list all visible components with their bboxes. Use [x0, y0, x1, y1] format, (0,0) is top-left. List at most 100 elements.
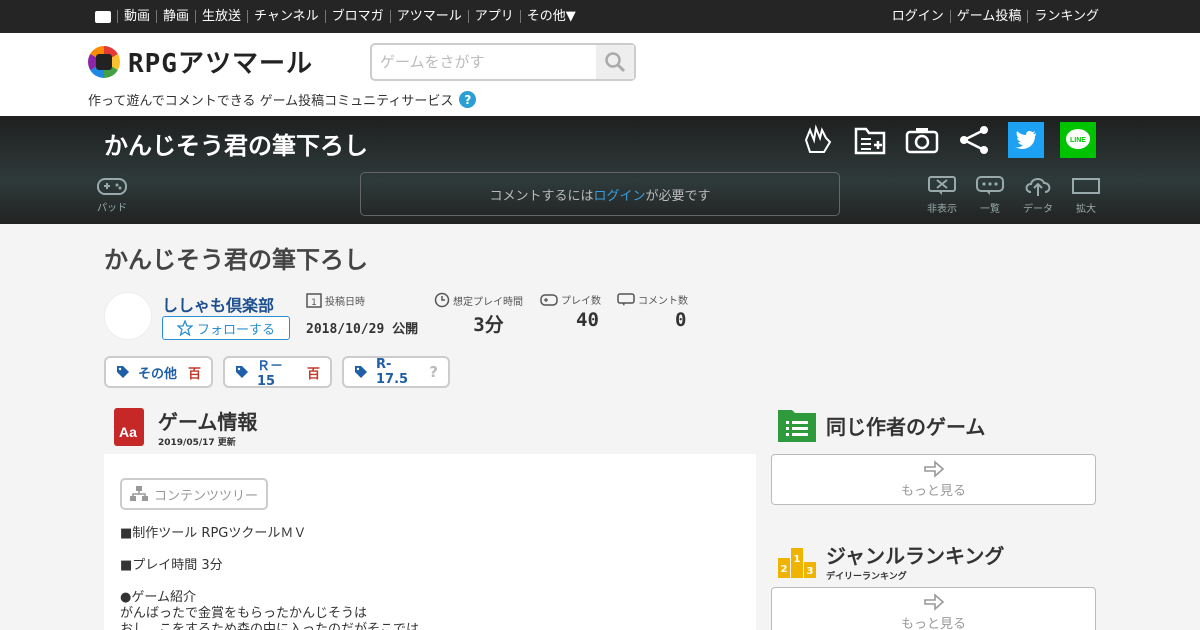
- follow-button[interactable]: フォローする: [162, 316, 290, 340]
- line-share-icon[interactable]: LINE: [1060, 122, 1096, 158]
- clock-icon: [434, 292, 450, 308]
- tag-icon: [236, 366, 248, 378]
- posted-label: 投稿日時: [325, 296, 365, 308]
- game-info-title: ゲーム情報: [158, 410, 258, 434]
- tag-icon: [117, 366, 129, 378]
- book-icon-label: Aa: [119, 424, 137, 440]
- plays-value: 40: [576, 309, 599, 331]
- tag-list: その他百 Ｒ－15 百 R-17.5?: [104, 356, 450, 389]
- nav-app[interactable]: アプリ: [467, 10, 520, 23]
- nav-atsumaru[interactable]: アツマール: [389, 10, 468, 23]
- help-icon[interactable]: ?: [459, 91, 477, 108]
- author-avatar[interactable]: [104, 292, 152, 340]
- comments-value: 0: [675, 309, 687, 331]
- game-info-updated: 2019/05/17 更新: [158, 438, 236, 448]
- list-label: 一覧: [980, 204, 1000, 215]
- game-description: ■制作ツール RPGツクールＭＶ ■プレイ時間 3分 ●ゲーム紹介 がんばったで…: [120, 526, 420, 630]
- arrow-right-icon: [923, 593, 944, 611]
- stat-plays: プレイ数 40: [540, 292, 601, 331]
- tree-label: コンテンツツリー: [153, 488, 258, 504]
- genre-ranking-heading: 213 ジャンルランキング デイリーランキング: [778, 540, 1004, 582]
- game-title: かんじそう君の筆下ろし: [104, 246, 368, 274]
- more-label: もっと見る: [900, 617, 966, 630]
- podium-icon: 213: [778, 548, 816, 578]
- account-nav: ログイン ゲーム投稿 ランキング: [886, 0, 1105, 33]
- svg-text:1: 1: [311, 298, 317, 308]
- stat-playtime: 想定プレイ時間 3分: [434, 292, 523, 337]
- add-playlist-icon[interactable]: [852, 122, 888, 158]
- game-player-bar: かんじそう君の筆下ろし LINE パッド コメントするには ログイン が必要です 非…: [0, 116, 1200, 224]
- podium-first-digit: 1: [794, 554, 801, 565]
- follow-label: フォローする: [196, 322, 275, 338]
- nav-video[interactable]: 動画: [117, 10, 156, 23]
- nav-channel[interactable]: チャンネル: [247, 10, 325, 23]
- comment-list-icon: [976, 176, 1004, 195]
- save-data-button[interactable]: データ: [1022, 176, 1054, 215]
- share-icon[interactable]: [956, 122, 992, 158]
- nav-seiga[interactable]: 静画: [156, 10, 195, 23]
- tree-icon: [129, 486, 148, 501]
- comment-login-link[interactable]: ログイン: [593, 185, 645, 204]
- tag-label: R-17.5: [376, 357, 409, 387]
- game-post-link[interactable]: ゲーム投稿: [949, 10, 1028, 23]
- twitter-share-icon[interactable]: [1008, 122, 1044, 158]
- nav-blomaga[interactable]: ブロマガ: [324, 10, 390, 23]
- tag-dictionary-mark: ?: [429, 363, 438, 381]
- login-link[interactable]: ログイン: [886, 10, 950, 23]
- tag-icon: [355, 366, 367, 378]
- search-icon: [605, 52, 626, 73]
- author-block: ししゃも倶楽部 フォローする: [104, 292, 290, 340]
- comment-bubble-icon: [617, 292, 635, 306]
- screenshot-camera-icon[interactable]: [904, 122, 940, 158]
- data-label: データ: [1023, 204, 1053, 215]
- nav-live[interactable]: 生放送: [195, 10, 247, 23]
- book-icon: Aa: [114, 408, 144, 446]
- comment-login-prompt: コメントするには ログイン が必要です: [360, 172, 840, 216]
- comment-suffix: が必要です: [645, 188, 711, 204]
- tagline: 作って遊んでコメントできる ゲーム投稿コミュニティサービス ?: [88, 90, 477, 109]
- hide-label: 非表示: [927, 204, 957, 215]
- logo-mark-icon: [88, 45, 120, 78]
- hide-comments-button[interactable]: 非表示: [926, 176, 958, 215]
- list-folder-icon: [778, 410, 816, 442]
- posted-value: 2018/10/29 公開: [306, 322, 419, 337]
- site-header: RPGアツマール 作って遊んでコメントできる ゲーム投稿コミュニティサービス ?: [0, 33, 1200, 116]
- ranking-link[interactable]: ランキング: [1027, 10, 1105, 23]
- service-nav: 動画 静画 生放送 チャンネル ブロマガ アツマール アプリ その他▼: [95, 0, 582, 33]
- podium-third-digit: 3: [807, 566, 814, 577]
- game-info-panel: コンテンツツリー ■制作ツール RPGツクールＭＶ ■プレイ時間 3分 ●ゲーム…: [104, 454, 756, 630]
- niconico-tv-icon[interactable]: [95, 10, 111, 23]
- gamepad-toggle[interactable]: パッド: [96, 176, 128, 214]
- same-author-more-button[interactable]: もっと見る: [771, 454, 1096, 505]
- ranking-more-button[interactable]: もっと見る: [771, 587, 1096, 630]
- search-button[interactable]: [596, 45, 634, 79]
- plays-label: プレイ数: [561, 296, 601, 307]
- clap-icon[interactable]: [800, 122, 836, 158]
- tag-lock-mark: 百: [187, 366, 201, 382]
- enlarge-button[interactable]: 拡大: [1070, 176, 1102, 215]
- same-author-title: 同じ作者のゲーム: [826, 414, 986, 439]
- tag-item[interactable]: R-17.5?: [342, 356, 450, 388]
- arrow-right-icon: [923, 460, 944, 478]
- genre-ranking-sub: デイリーランキング: [826, 572, 907, 582]
- playtime-value: 3分: [473, 314, 504, 336]
- enlarge-label: 拡大: [1076, 204, 1096, 215]
- tag-item[interactable]: Ｒ－15 百: [223, 356, 332, 389]
- line-logo-text: LINE: [1070, 137, 1086, 144]
- tag-item[interactable]: その他百: [104, 356, 213, 388]
- content-tree-button[interactable]: コンテンツツリー: [120, 478, 268, 510]
- comments-label: コメント数: [638, 296, 688, 307]
- more-label: もっと見る: [900, 484, 966, 499]
- tag-lock-mark: 百: [306, 366, 320, 382]
- tagline-text: 作って遊んでコメントできる ゲーム投稿コミュニティサービス: [88, 94, 454, 109]
- comment-list-button[interactable]: 一覧: [974, 176, 1006, 215]
- controller-icon: [540, 293, 558, 306]
- author-name[interactable]: ししゃも倶楽部: [162, 292, 274, 316]
- search-input[interactable]: [372, 45, 596, 79]
- game-info-heading: Aa ゲーム情報 2019/05/17 更新: [114, 406, 257, 448]
- game-bar-actions: LINE: [800, 122, 1096, 158]
- site-logo[interactable]: RPGアツマール: [88, 43, 313, 80]
- nav-others-dropdown[interactable]: その他▼: [519, 10, 582, 23]
- gamepad-icon: [97, 178, 127, 195]
- player-controls: 非表示 一覧 データ 拡大: [926, 176, 1102, 215]
